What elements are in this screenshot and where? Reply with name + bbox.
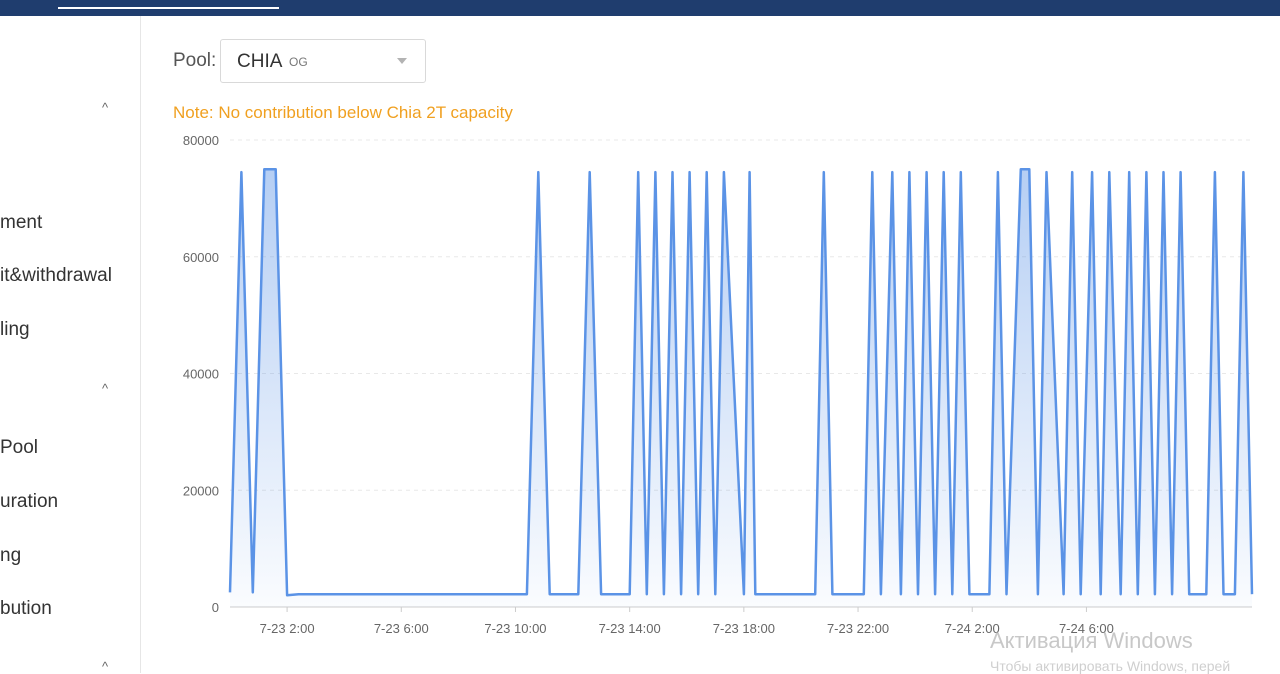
collapse-chevron-icon[interactable]: ^ [102,100,108,115]
y-tick-label: 20000 [183,483,219,498]
collapse-chevron-icon[interactable]: ^ [102,659,108,674]
sidebar-item-deposit-withdrawal[interactable]: it&withdrawal [0,265,112,287]
x-tick-label: 7-23 2:00 [260,621,315,636]
y-tick-label: 80000 [183,133,219,148]
series-line [228,167,1254,597]
sidebar-item-distribution[interactable]: bution [0,598,52,620]
windows-activation-watermark: Активация Windows [990,628,1193,653]
pool-select-suffix: OG [289,55,308,69]
dropdown-caret-icon [397,58,407,64]
y-tick-label: 40000 [183,367,219,382]
hashrate-chart: 0 20000 40000 60000 80000 7-23 2:00 7-23 6:00 7… [183,133,1254,636]
sidebar-item-setting[interactable]: ng [0,545,21,567]
pool-label: Pool: [173,50,217,71]
x-tick-label: 7-23 10:00 [484,621,546,636]
sidebar: ^ ment it&withdrawal ling ^ Pool uration… [0,16,141,674]
sidebar-item-billing[interactable]: ling [0,319,30,341]
y-tick-label: 60000 [183,250,219,265]
collapse-chevron-icon[interactable]: ^ [102,381,108,396]
windows-activation-subtext: Чтобы активировать Windows, перей [990,658,1231,674]
x-tick-label: 7-23 6:00 [374,621,429,636]
pool-select-value: CHIA [237,51,283,72]
pool-select[interactable]: CHIA OG [220,39,426,83]
capacity-note: Note: No contribution below Chia 2T capa… [173,103,513,122]
sidebar-item-pool[interactable]: Pool [0,437,38,459]
x-tick-label: 7-23 18:00 [713,621,775,636]
y-tick-label: 0 [212,600,219,615]
top-navigation-bar [0,0,1280,16]
sidebar-item-management[interactable]: ment [0,212,42,234]
x-tick-label: 7-23 14:00 [599,621,661,636]
x-tick-label: 7-23 22:00 [827,621,889,636]
sidebar-item-configuration[interactable]: uration [0,491,58,513]
active-tab-indicator [58,7,279,9]
